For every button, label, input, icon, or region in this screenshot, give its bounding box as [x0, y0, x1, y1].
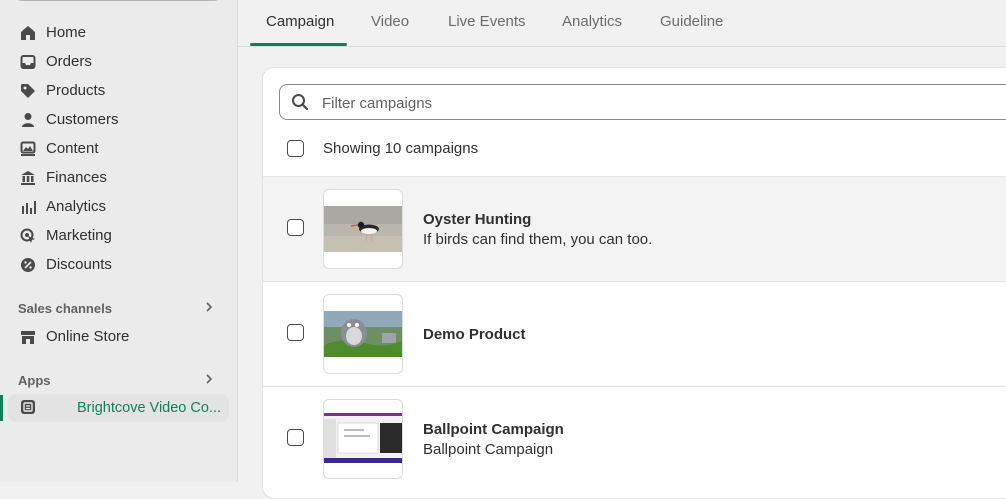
- chevron-right-icon[interactable]: [202, 300, 216, 319]
- store-icon: [18, 328, 38, 346]
- table-row[interactable]: Oyster Hunting If birds can find them, y…: [263, 176, 1006, 282]
- campaign-list-card: Showing 10 campaigns Oyster Hunting If b…: [262, 67, 1006, 499]
- sidebar-item-label: Brightcove Video Co...: [77, 400, 222, 416]
- active-indicator: [0, 395, 3, 421]
- apps-heading: Apps: [18, 373, 51, 388]
- tag-icon: [18, 82, 38, 100]
- filter-field[interactable]: [279, 84, 1006, 120]
- app-icon: [20, 399, 36, 420]
- sidebar-item-label: Marketing: [46, 227, 112, 244]
- target-icon: [18, 227, 38, 245]
- sidebar-item-label: Orders: [46, 53, 92, 70]
- tab-live-events[interactable]: Live Events: [448, 13, 526, 30]
- sidebar-item-label: Customers: [46, 111, 119, 128]
- sidebar-item-label: Content: [46, 140, 99, 157]
- campaign-subtitle: If birds can find them, you can too.: [423, 231, 653, 248]
- sidebar-item-online-store[interactable]: Online Store: [0, 322, 237, 351]
- campaign-subtitle: Ballpoint Campaign: [423, 441, 554, 458]
- sidebar: Home Orders Products Customers Content F…: [0, 0, 238, 482]
- campaign-title: Oyster Hunting: [423, 211, 532, 228]
- chevron-right-icon[interactable]: [202, 372, 216, 391]
- discount-icon: [18, 256, 38, 274]
- tab-guideline[interactable]: Guideline: [660, 13, 723, 30]
- sidebar-item-analytics[interactable]: Analytics: [0, 192, 237, 221]
- campaign-title: Ballpoint Campaign: [423, 421, 564, 438]
- filter-campaigns-input[interactable]: [320, 91, 824, 115]
- sidebar-item-discounts[interactable]: Discounts: [0, 250, 237, 279]
- sidebar-item-label: Discounts: [46, 256, 112, 273]
- inbox-icon: [18, 53, 38, 71]
- table-row[interactable]: Ballpoint Campaign Ballpoint Campaign: [263, 386, 1006, 492]
- tab-video[interactable]: Video: [371, 13, 409, 30]
- sidebar-search-field[interactable]: [14, 0, 222, 1]
- row-checkbox[interactable]: [287, 219, 304, 236]
- sidebar-item-label: Analytics: [46, 198, 107, 215]
- tab-campaign[interactable]: Campaign: [266, 13, 334, 30]
- image-content-icon: [18, 140, 38, 158]
- campaign-count-label: Showing 10 campaigns: [323, 140, 479, 157]
- tab-analytics[interactable]: Analytics: [562, 13, 622, 30]
- sidebar-item-products[interactable]: Products: [0, 76, 237, 105]
- bar-chart-icon: [18, 198, 38, 216]
- active-tab-indicator: [250, 43, 347, 46]
- table-row[interactable]: Demo Product: [263, 281, 1006, 387]
- row-checkbox[interactable]: [287, 324, 304, 341]
- sidebar-item-label: Online Store: [46, 328, 130, 345]
- sidebar-item-label: Home: [46, 24, 87, 41]
- bird-beach-thumbnail: [323, 189, 403, 269]
- screen-capture-thumbnail: [323, 399, 403, 479]
- sidebar-item-home[interactable]: Home: [0, 18, 237, 47]
- person-icon: [18, 111, 38, 129]
- sidebar-item-label: Finances: [46, 169, 107, 186]
- sidebar-item-label: Products: [46, 82, 106, 99]
- row-checkbox[interactable]: [287, 429, 304, 446]
- sidebar-item-content[interactable]: Content: [0, 134, 237, 163]
- sidebar-item-customers[interactable]: Customers: [0, 105, 237, 134]
- select-all-checkbox[interactable]: [287, 140, 304, 157]
- sidebar-item-orders[interactable]: Orders: [0, 47, 237, 76]
- bank-icon: [18, 169, 38, 187]
- campaign-title: Demo Product: [423, 326, 526, 343]
- sidebar-item-marketing[interactable]: Marketing: [0, 221, 237, 250]
- sidebar-item-finances[interactable]: Finances: [0, 163, 237, 192]
- home-icon: [18, 24, 38, 42]
- sales-channels-heading: Sales channels: [18, 301, 112, 316]
- search-icon: [291, 93, 309, 116]
- animated-animal-thumbnail: [323, 294, 403, 374]
